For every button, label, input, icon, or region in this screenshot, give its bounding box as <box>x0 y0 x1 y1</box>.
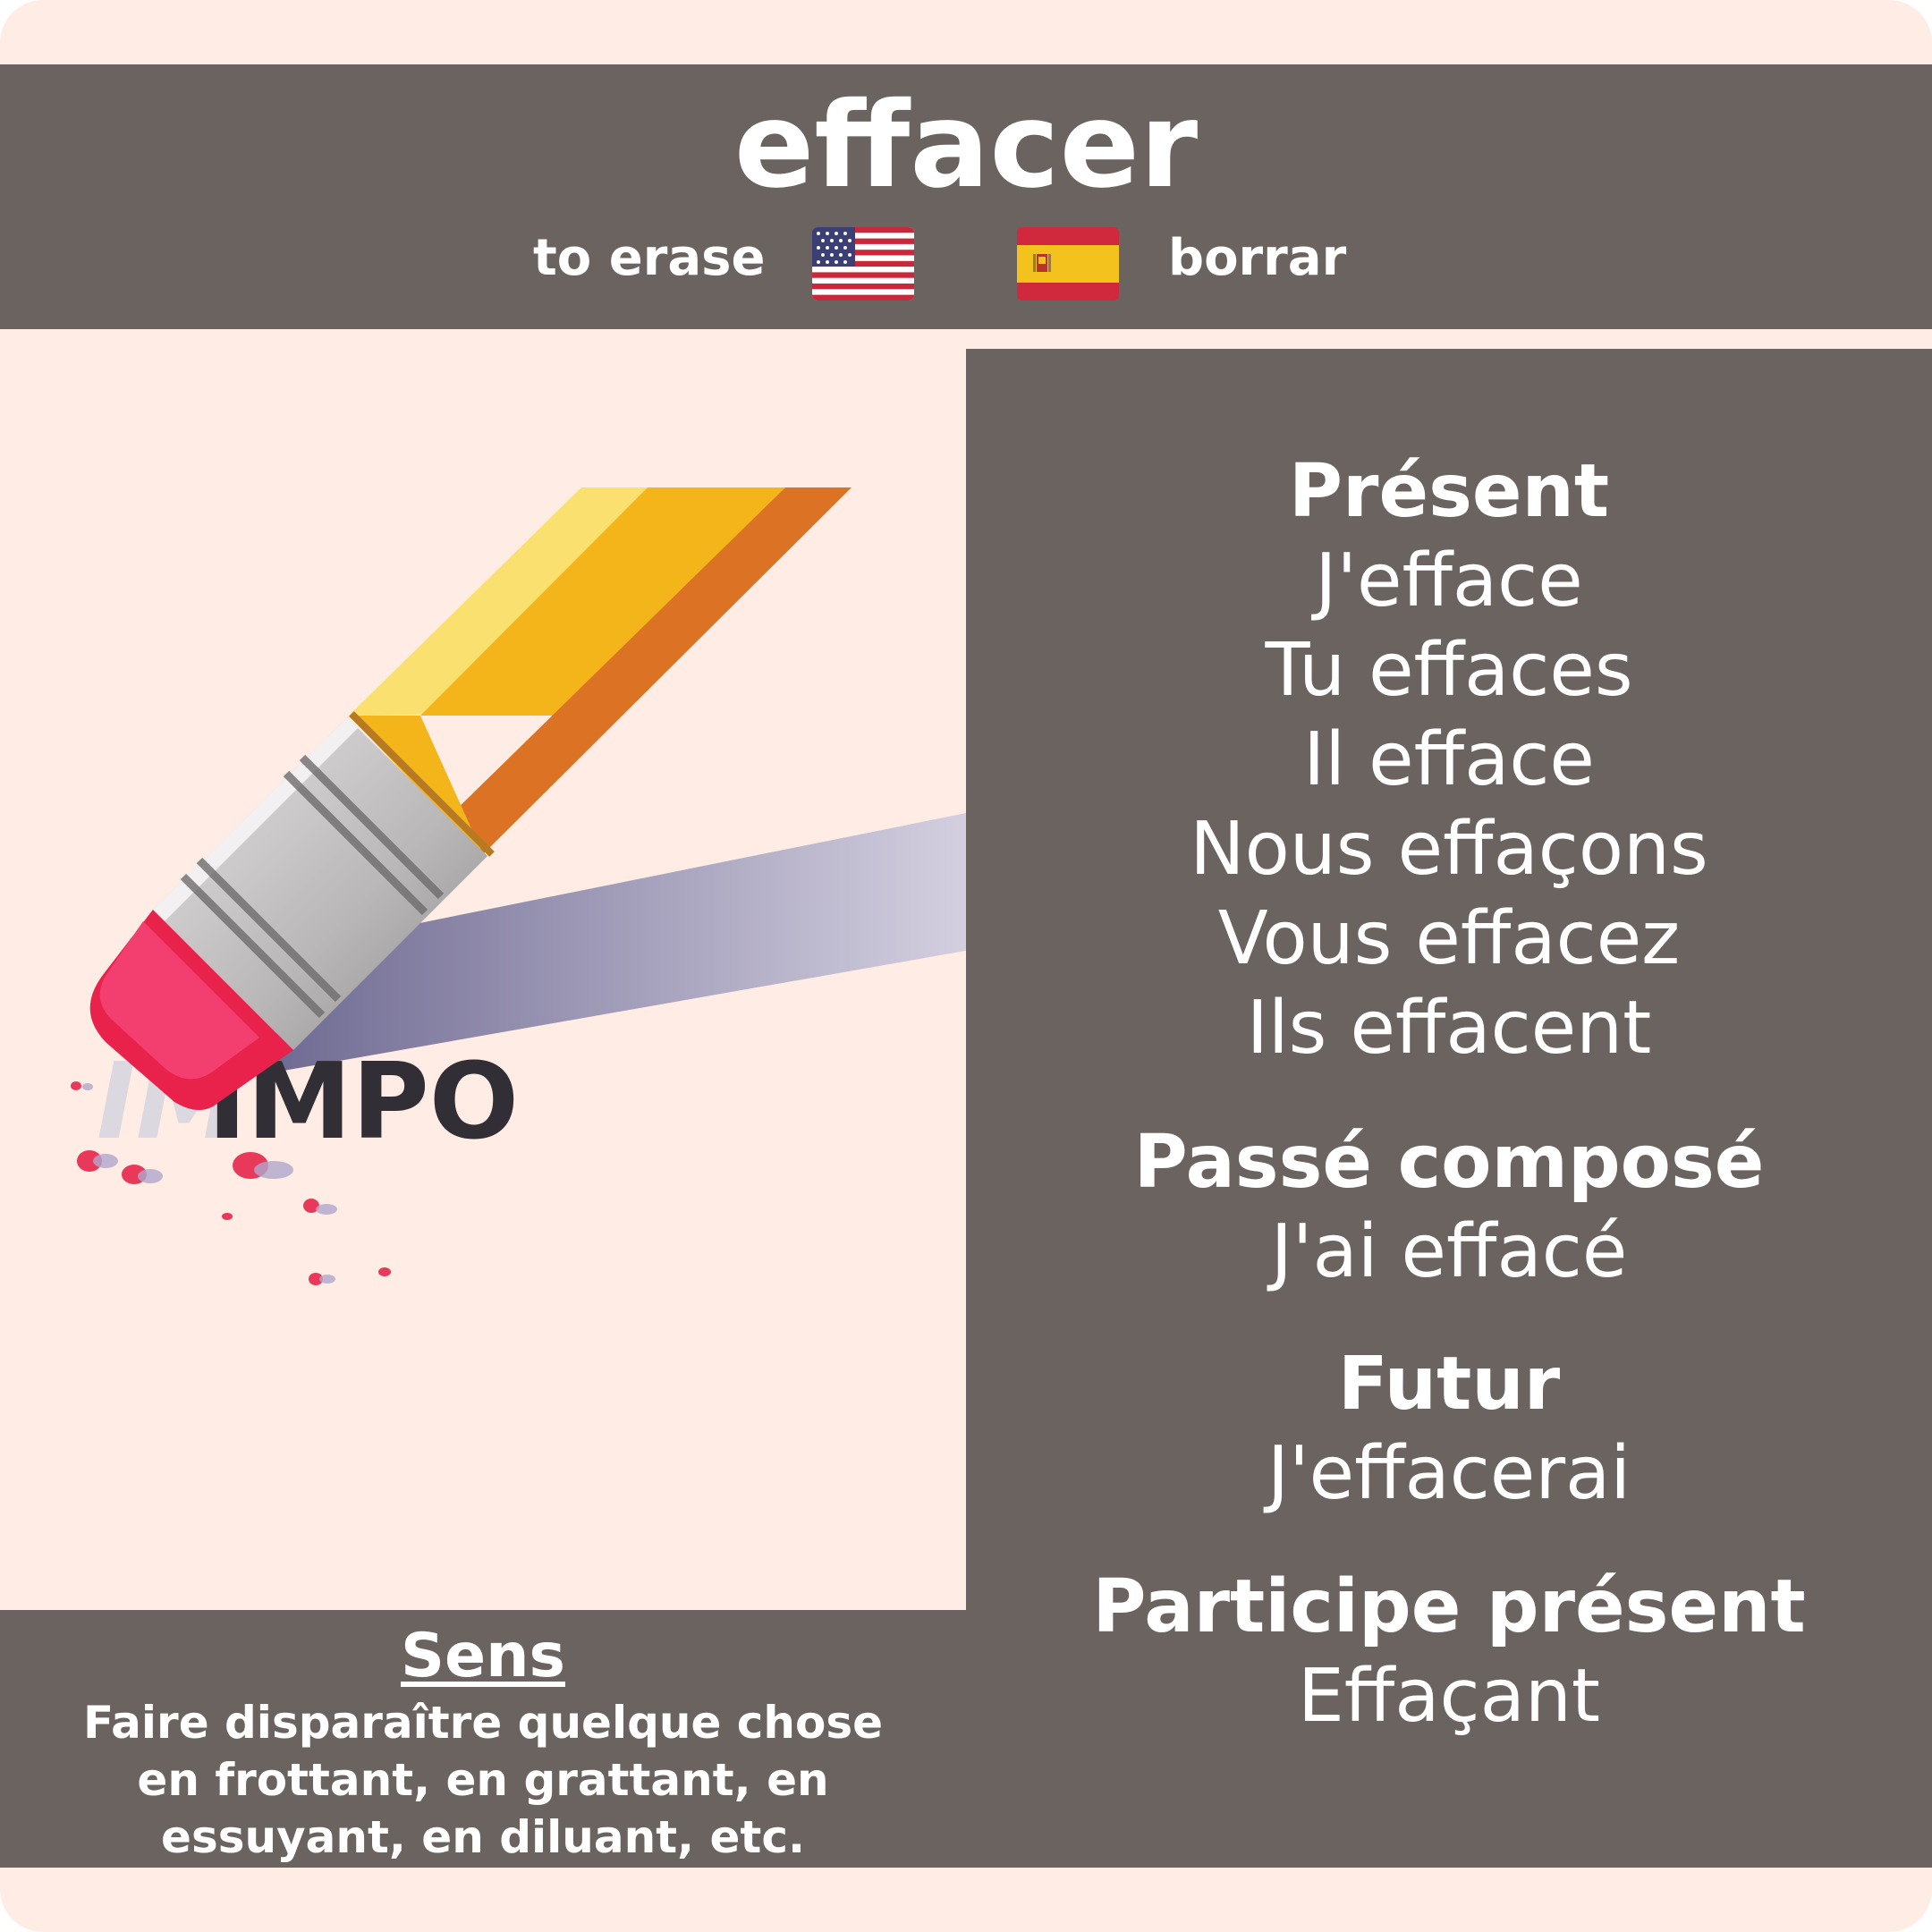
spanish-translation: borrar <box>1168 229 1347 287</box>
pencil-eraser-icon: IM IMPO <box>0 349 970 1610</box>
present-heading: Présent <box>1288 449 1610 534</box>
verb-card: effacer to erase borrar IM IMPO Présent … <box>0 0 1932 1932</box>
passe-compose-form: J'ai effacé <box>1270 1209 1628 1294</box>
present-form-5: Vous effacez <box>1217 896 1681 981</box>
us-flag-icon <box>812 227 914 301</box>
present-form-6: Ils effacent <box>1246 986 1652 1071</box>
sens-line-2: en frottant, en grattant, en <box>137 1754 829 1806</box>
participe-present-heading: Participe présent <box>1092 1564 1806 1649</box>
english-translation: to erase <box>533 229 766 287</box>
present-form-4: Nous effaçons <box>1190 807 1708 892</box>
sens-title: Sens <box>401 1621 565 1691</box>
present-form-2: Tu effaces <box>1265 628 1633 713</box>
sens-definition: Faire disparaître quelque chose en frott… <box>36 1694 930 1866</box>
futur-heading: Futur <box>1337 1342 1561 1427</box>
participe-present-form: Effaçant <box>1297 1654 1600 1739</box>
present-form-1: J'efface <box>1315 538 1583 623</box>
verb-title: effacer <box>733 77 1199 215</box>
spain-flag-icon <box>1017 227 1119 301</box>
sens-line-3: essuyant, en diluant, etc. <box>161 1811 805 1863</box>
futur-form: J'effacerai <box>1267 1431 1631 1516</box>
present-form-3: Il efface <box>1303 717 1595 802</box>
sens-line-1: Faire disparaître quelque chose <box>82 1697 884 1749</box>
passe-compose-heading: Passé composé <box>1133 1120 1765 1205</box>
